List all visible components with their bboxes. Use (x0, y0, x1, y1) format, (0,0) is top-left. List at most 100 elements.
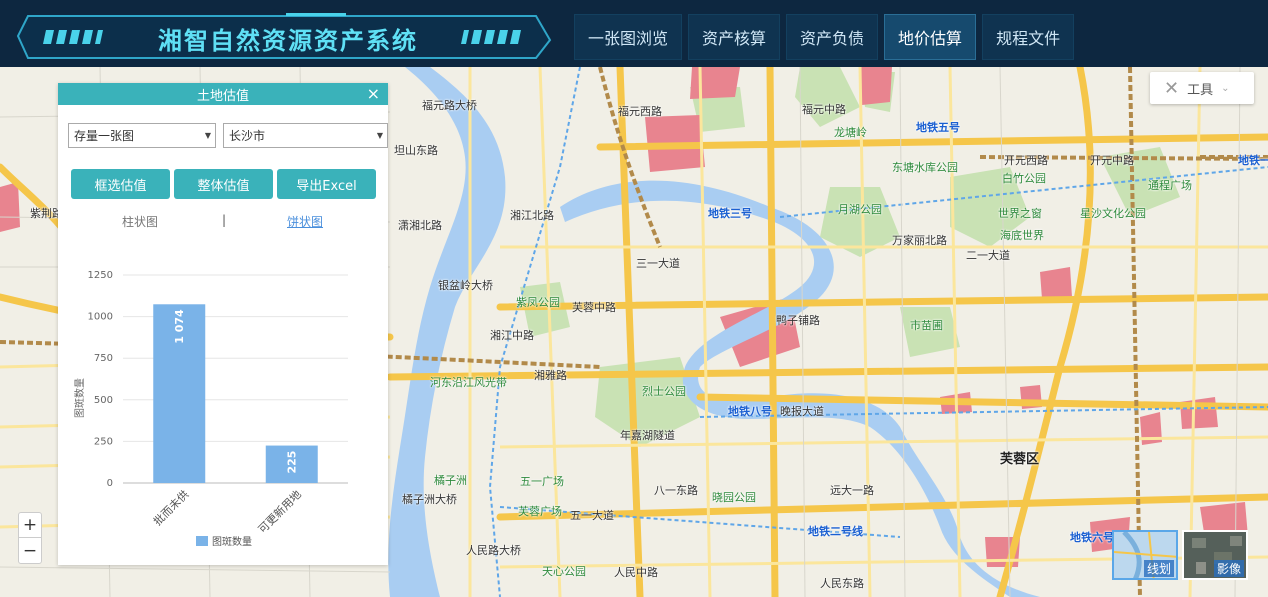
map-road-label: 八一东路 (654, 484, 698, 497)
map-road-label: 人民路大桥 (466, 544, 521, 557)
x-tick-label: 可更新用地 (255, 487, 304, 536)
y-tick-label: 0 (107, 478, 113, 489)
map-road-label: 湘江中路 (490, 329, 534, 342)
map-metro-label: 地铁六号 (1070, 531, 1114, 544)
y-tick-label: 1250 (88, 270, 113, 281)
map-metro-label: 地铁二号线 (808, 525, 863, 538)
map-road-label: 坦山东路 (394, 144, 438, 157)
chart-bars: 1 074 225 (153, 304, 318, 483)
zoom-out-button[interactable]: − (19, 538, 41, 563)
map-metro-label: 地铁一号 (1238, 154, 1268, 167)
map-park-label: 东塘水库公园 (892, 161, 958, 174)
map-park-label: 海底世界 (1000, 229, 1044, 242)
chevron-down-icon: ▼ (204, 131, 211, 140)
map-park-label: 芙蓉广场 (518, 505, 562, 518)
map-park-label: 紫凤公园 (516, 296, 560, 309)
map-park-label: 月湖公园 (838, 203, 882, 216)
basemap-image-label: 影像 (1213, 560, 1244, 577)
chevron-down-icon: ▼ (376, 131, 383, 140)
nav-land-price[interactable]: 地价估算 (884, 14, 977, 60)
tools-dropdown[interactable]: ✕ 工具 ⌄ (1150, 72, 1254, 104)
map-road-label: 湘雅路 (534, 369, 567, 382)
tab-bar-chart[interactable]: 柱状图 (122, 213, 158, 230)
map-park-label: 烈士公园 (642, 385, 686, 398)
nav-one-map[interactable]: 一张图浏览 (574, 14, 683, 60)
basemap-line-label: 线划 (1143, 560, 1174, 577)
panel-header: 土地估值 × (58, 83, 388, 105)
legend-swatch (196, 536, 208, 546)
land-valuation-panel: 土地估值 × 存量一张图 ▼ 长沙市 ▼ 框选估值 整体估值 导出Excel 柱… (58, 83, 388, 565)
panel-title: 土地估值 (196, 88, 249, 104)
zoom-in-button[interactable]: + (19, 513, 41, 538)
tab-pie-chart[interactable]: 饼状图 (287, 213, 323, 230)
data-source-value: 存量一张图 (74, 129, 135, 143)
chart-y-ticks: 0 250 500 750 1000 1250 (88, 270, 113, 489)
map-park-label: 白竹公园 (1002, 172, 1046, 185)
y-tick-label: 500 (94, 395, 113, 406)
bar-value-label: 225 (286, 451, 299, 474)
map-park-label: 天心公园 (542, 565, 586, 578)
map-road-label: 鸭子铺路 (776, 314, 820, 327)
map-road-label: 橘子洲大桥 (402, 493, 457, 506)
data-source-select[interactable]: 存量一张图 ▼ (68, 123, 216, 148)
map-park-label: 龙塘岭 (834, 126, 867, 139)
map-road-label: 万家丽北路 (892, 234, 947, 247)
map-park-label: 市苗圃 (910, 319, 943, 332)
bar-value-label: 1 074 (173, 309, 186, 344)
map-park-label: 世界之窗 (998, 207, 1042, 220)
map-road-label: 三一大道 (636, 257, 680, 270)
chevron-down-icon: ⌄ (1221, 82, 1230, 94)
nav-asset-accounting[interactable]: 资产核算 (688, 14, 781, 60)
chart-x-labels: 批而未供 可更新用地 (150, 487, 304, 536)
chart-y-axis-label: 图斑数量 (73, 378, 86, 418)
map-district-label: 芙蓉区 (1000, 452, 1040, 467)
city-value: 长沙市 (229, 129, 266, 143)
export-excel-button[interactable]: 导出Excel (277, 169, 376, 199)
map-road-label: 银盆岭大桥 (438, 279, 493, 292)
zoom-control: + − (18, 512, 42, 564)
map-road-label: 五一大道 (570, 509, 614, 522)
map-road-label: 福元路大桥 (422, 99, 477, 112)
y-tick-label: 1000 (88, 312, 113, 323)
map-road-label: 人民东路 (820, 577, 864, 590)
box-valuation-button[interactable]: 框选估值 (71, 169, 170, 199)
tab-separator: | (222, 213, 227, 227)
tools-label: 工具 (1187, 82, 1214, 98)
y-tick-label: 250 (94, 436, 113, 447)
close-icon[interactable]: × (367, 84, 380, 103)
map-road-label: 晚报大道 (780, 405, 824, 418)
main-nav: 一张图浏览 资产核算 资产负债 地价估算 规程文件 (574, 14, 1075, 60)
map-road-label: 人民中路 (614, 566, 658, 579)
map-park-label: 通程广场 (1148, 179, 1192, 192)
map-road-label: 二一大道 (966, 249, 1010, 262)
map-park-label: 河东沿江风光带 (430, 376, 507, 389)
legend-item: 图斑数量 (212, 535, 252, 548)
map-road-label: 开元西路 (1004, 154, 1048, 167)
map-road-label: 远大一路 (830, 484, 874, 497)
app-logo: 湘智自然资源资产系统 (16, 12, 552, 62)
map-road-label: 湘江北路 (510, 209, 554, 222)
map-road-label: 年嘉湖隧道 (620, 429, 675, 442)
y-tick-label: 750 (94, 353, 113, 364)
map-metro-label: 地铁八号 (728, 405, 772, 418)
map-road-label: 开元中路 (1090, 154, 1134, 167)
bar-chart: 0 250 500 750 1000 1250 1 074 225 批而未供 可更新用地 图斑… (73, 270, 348, 548)
map-park-label: 五一广场 (520, 475, 564, 488)
top-header: 湘智自然资源资产系统 一张图浏览 资产核算 资产负债 地价估算 规程文件 (0, 0, 1268, 67)
nav-regulation-docs[interactable]: 规程文件 (982, 14, 1075, 60)
app-title: 湘智自然资源资产系统 (158, 27, 418, 55)
nav-asset-liability[interactable]: 资产负债 (786, 14, 879, 60)
map-road-label: 福元西路 (618, 105, 662, 118)
map-metro-label: 地铁三号 (708, 207, 752, 220)
basemap-line-toggle[interactable]: 线划 (1112, 530, 1178, 580)
map-metro-label: 地铁五号 (916, 121, 960, 134)
map-park-label: 橘子洲 (434, 474, 467, 487)
city-select[interactable]: 长沙市 ▼ (223, 123, 388, 148)
map-park-label: 晓园公园 (712, 491, 756, 504)
tools-icon: ✕ (1164, 77, 1180, 99)
x-tick-label: 批而未供 (150, 487, 191, 528)
whole-valuation-button[interactable]: 整体估值 (174, 169, 273, 199)
map-road-label: 潇湘北路 (398, 219, 442, 232)
map-park-label: 星沙文化公园 (1080, 207, 1146, 220)
basemap-image-toggle[interactable]: 影像 (1182, 530, 1248, 580)
